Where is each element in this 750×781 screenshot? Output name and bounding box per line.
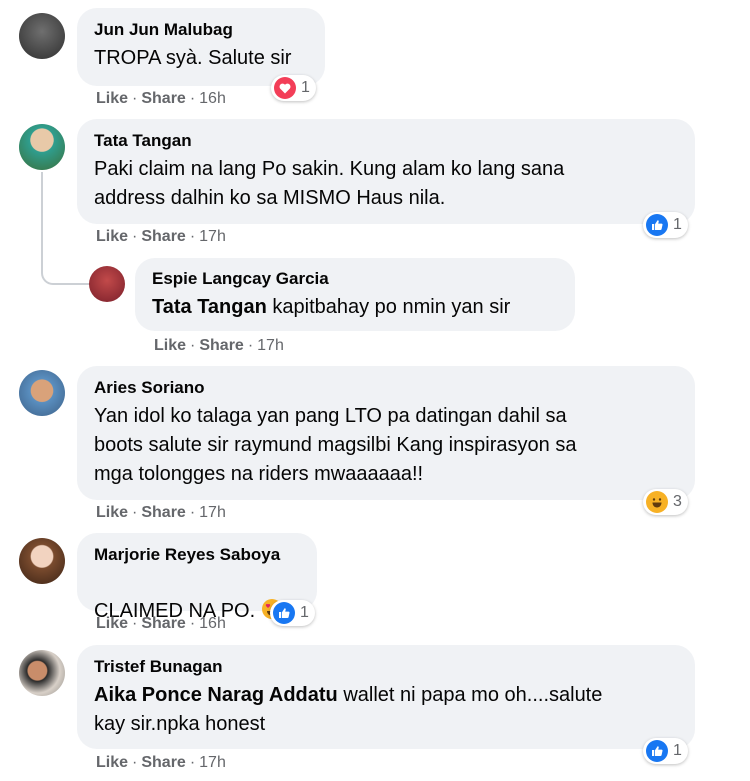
mention-link[interactable]: Tata Tangan [152,296,267,318]
timestamp[interactable]: 17h [199,228,226,245]
comment-author[interactable]: Jun Jun Malubag [94,19,309,41]
reaction-summary[interactable]: 1 [271,75,316,101]
comment-text: TROPA syà. Salute sir [94,47,292,69]
reply-bubble: Espie Langcay Garcia Tata Tangan kapitba… [135,258,575,331]
comment-author[interactable]: Tata Tangan [94,130,679,152]
reaction-summary[interactable]: 1 [643,738,688,764]
comment-bubble: Tristef Bunagan Aika Ponce Narag Addatu … [77,645,695,749]
avatar[interactable] [19,124,65,170]
share-link[interactable]: Share [141,615,185,632]
comment-text: Paki claim na lang Po sakin. Kung alam k… [94,158,565,209]
avatar[interactable] [19,538,65,584]
comment-actions: Like · Share · 16h [96,90,226,107]
mention-link[interactable]: Aika Ponce Narag Addatu [94,684,338,706]
reaction-count: 3 [673,493,682,510]
comment-actions: Like · Share · 17h [154,337,284,354]
timestamp[interactable]: 17h [199,754,226,771]
share-link[interactable]: Share [141,754,185,771]
timestamp[interactable]: 17h [257,337,284,354]
comment-author[interactable]: Marjorie Reyes Saboya [94,544,301,566]
comment-text: Yan idol ko talaga yan pang LTO pa datin… [94,405,577,485]
thumbs-up-icon [646,740,668,762]
comment-text: Aika Ponce Narag Addatu wallet ni papa m… [94,684,603,735]
like-link[interactable]: Like [96,228,128,245]
thumbs-up-icon [273,602,295,624]
share-link[interactable]: Share [199,337,243,354]
like-link[interactable]: Like [96,504,128,521]
comment-bubble: Tata Tangan Paki claim na lang Po sakin.… [77,119,695,224]
comment-actions: Like · Share · 17h [96,754,226,771]
like-link[interactable]: Like [154,337,186,354]
reaction-summary[interactable]: 1 [270,600,315,626]
comment-author[interactable]: Espie Langcay Garcia [152,268,559,290]
share-link[interactable]: Share [141,228,185,245]
comment-text: Tata Tangan kapitbahay po nmin yan sir [152,296,511,318]
reaction-summary[interactable]: 3 [643,489,688,515]
share-link[interactable]: Share [141,504,185,521]
comment-bubble: Aries Soriano Yan idol ko talaga yan pan… [77,366,695,500]
comment-actions: Like · Share · 16h [96,615,226,632]
reaction-count: 1 [300,604,309,621]
comment-author[interactable]: Aries Soriano [94,377,679,399]
avatar[interactable] [89,266,125,302]
reaction-count: 1 [673,216,682,233]
timestamp[interactable]: 16h [199,90,226,107]
avatar[interactable] [19,13,65,59]
heart-icon [274,77,296,99]
reaction-count: 1 [301,79,310,96]
share-link[interactable]: Share [141,90,185,107]
thumbs-up-icon [646,214,668,236]
reaction-count: 1 [673,742,682,759]
like-link[interactable]: Like [96,615,128,632]
avatar[interactable] [19,650,65,696]
timestamp[interactable]: 16h [199,615,226,632]
like-link[interactable]: Like [96,754,128,771]
avatar[interactable] [19,370,65,416]
comment-author[interactable]: Tristef Bunagan [94,656,679,678]
like-link[interactable]: Like [96,90,128,107]
timestamp[interactable]: 17h [199,504,226,521]
comment-actions: Like · Share · 17h [96,228,226,245]
laugh-emoji-icon [646,491,668,513]
comment-actions: Like · Share · 17h [96,504,226,521]
reaction-summary[interactable]: 1 [643,212,688,238]
